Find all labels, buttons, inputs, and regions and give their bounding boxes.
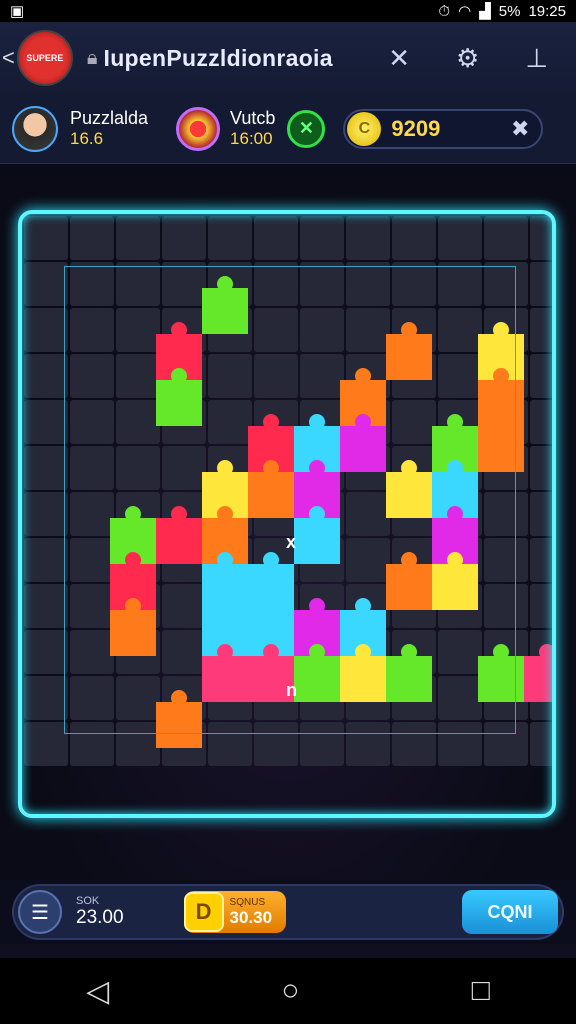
home-icon[interactable]: ○ [281,974,299,1008]
share-icon[interactable]: ✕ [388,43,410,74]
back-button[interactable]: < [2,45,15,71]
opponent-name: Vutcb [230,108,276,128]
bottom-strip [0,944,576,958]
system-nav: ◁ ○ □ [0,958,576,1024]
bottom-bar: ☰ SOK 23.00 D SQNUS 30.30 CQNI [12,884,564,940]
hint-value: 30.30 [229,907,273,927]
settings-icon[interactable]: ⚙ [456,43,479,74]
clock: 19:25 [528,2,566,20]
player-score: 16.6 [70,129,104,148]
player-name: Puzzlalda [70,108,149,128]
hint-button[interactable]: D SQNUS 30.30 [183,891,286,933]
game-logo: SUPERE [16,30,73,86]
back-icon[interactable]: ◁ [86,974,109,1009]
coin-value: 9209 [391,115,441,141]
medal-icon[interactable] [176,106,221,151]
lock-icon: 🔒︎ [86,46,98,69]
hint-icon: D [183,892,224,932]
notification-icon: ▣ [10,3,25,20]
target-area [64,266,516,734]
stat-label: SOK [76,895,100,907]
close-icon[interactable]: ✖ [511,116,529,142]
battery-level: 5% [498,2,521,20]
coin-icon: C [347,111,382,146]
wifi-icon: ◠ [458,3,472,20]
menu-button[interactable]: ☰ [18,890,62,934]
puzzle-board: xn [0,164,576,880]
app-title: IupenPuzzldionraoia [103,44,333,71]
recents-icon[interactable]: □ [472,974,490,1008]
top-bar: < SUPERE 🔒︎ IupenPuzzldionraoia ✕ ⚙ ⊥ [0,22,576,94]
download-icon[interactable]: ⊥ [525,43,548,74]
check-button[interactable]: ✕ [287,109,326,148]
coin-counter: C 9209 ✖ [343,108,544,149]
menu-icon: ☰ [31,901,49,924]
alarm-icon: ⏱ [438,2,451,20]
status-bar: ▣ ⏱ ◠ ▟ 5% 19:25 [0,0,576,22]
opponent-time: 16:00 [230,129,273,148]
player-bar: Puzzlalda 16.6 Vutcb 16:00 ✕ C 9209 ✖ [0,94,576,164]
logo-text: SUPERE [26,53,64,63]
hint-label: SQNUS [229,896,266,908]
confirm-button[interactable]: CQNI [462,890,558,934]
signal-icon: ▟ [479,3,491,20]
avatar[interactable] [12,105,58,152]
stat-value: 23.00 [76,907,124,928]
